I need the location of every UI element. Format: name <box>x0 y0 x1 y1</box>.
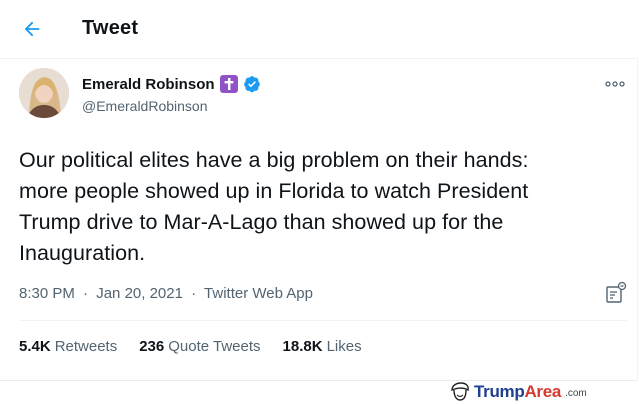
divider <box>19 320 627 321</box>
tweet-time[interactable]: 8:30 PM <box>19 285 75 302</box>
watermark-brand-part1: Trump <box>474 382 525 401</box>
profile-photo <box>19 68 69 118</box>
likes-count: 18.8K <box>282 338 323 355</box>
likes-label: Likes <box>326 338 362 355</box>
back-button[interactable] <box>18 15 46 43</box>
likes-stat[interactable]: 18.8K Likes <box>283 338 362 355</box>
quote-tweets-stat[interactable]: 236 Quote Tweets <box>139 338 260 355</box>
trump-face-logo-icon <box>451 382 469 401</box>
retweets-stat[interactable]: 5.4K Retweets <box>19 338 117 355</box>
latin-cross-emoji-icon <box>219 75 238 93</box>
tweet-detail: Emerald Robinson @EmeraldRobinson Our po… <box>0 58 638 380</box>
watermark-brand-part2: Area <box>524 382 562 401</box>
watermark-logo: TrumpArea .com <box>449 380 587 404</box>
quote-tweets-label: Quote Tweets <box>168 338 261 355</box>
tweet-metadata: 8:30 PM · Jan 20, 2021 · Twitter Web App <box>19 285 313 302</box>
analytics-icon <box>606 281 627 303</box>
retweets-label: Retweets <box>54 338 118 355</box>
engagement-stats: 5.4K Retweets 236 Quote Tweets 18.8K Likes <box>19 338 384 355</box>
tweet-text-line: Inauguration. <box>19 241 146 265</box>
tweet-text-line: Our political elites have a big problem … <box>19 148 529 172</box>
tweet-source[interactable]: Twitter Web App <box>204 285 313 302</box>
separator-dot: · <box>83 285 89 302</box>
page-title: Tweet <box>82 17 139 39</box>
author-handle[interactable]: @EmeraldRobinson <box>82 98 208 114</box>
tweet-text: Our political elites have a big problem … <box>19 145 619 269</box>
quote-tweets-count: 236 <box>139 338 165 355</box>
analytics-button[interactable] <box>604 281 628 305</box>
author-name[interactable]: Emerald Robinson <box>82 75 261 93</box>
more-options-button[interactable] <box>604 76 626 92</box>
tweet-text-line: Trump drive to Mar-A-Lago than showed up… <box>19 210 504 234</box>
tweet-text-line: more people showed up in Florida to watc… <box>19 179 529 203</box>
watermark-suffix: .com <box>565 388 587 399</box>
author-name-text: Emerald Robinson <box>82 75 215 93</box>
separator-dot: · <box>191 285 197 302</box>
top-bar: Tweet <box>0 0 637 59</box>
tweet-date[interactable]: Jan 20, 2021 <box>96 285 183 302</box>
verified-badge-icon <box>243 76 260 93</box>
avatar[interactable] <box>19 68 69 118</box>
more-dots-icon <box>605 81 625 87</box>
tweet-page: Tweet Emerald Robinson @EmeraldRobinson … <box>0 0 639 404</box>
retweets-count: 5.4K <box>19 338 51 355</box>
watermark-text: TrumpArea <box>474 382 561 402</box>
arrow-left-icon <box>24 21 40 37</box>
